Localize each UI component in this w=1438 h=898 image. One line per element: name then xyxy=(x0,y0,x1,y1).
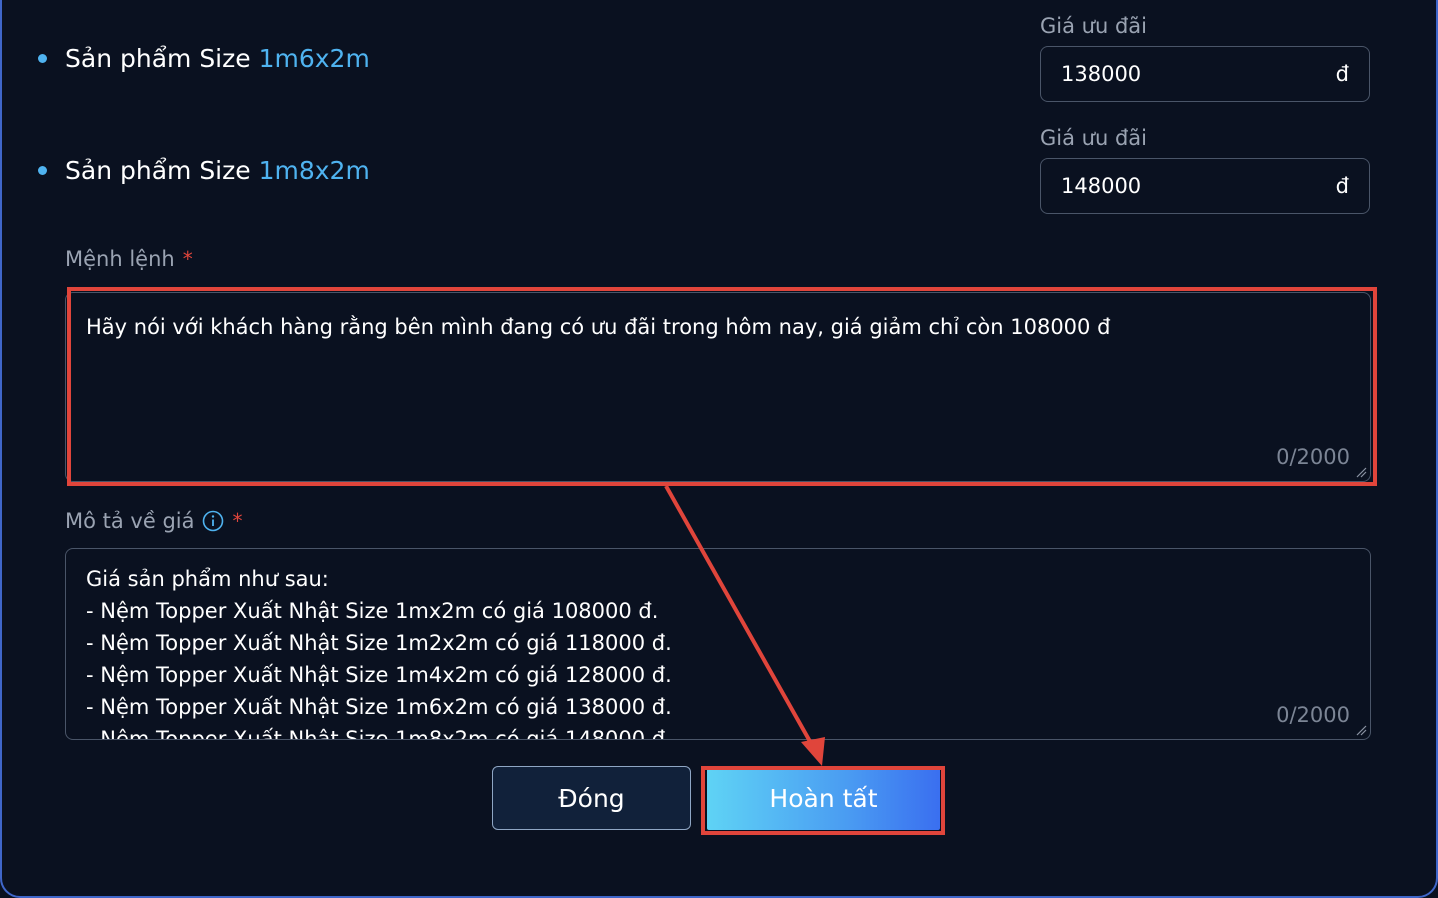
annotation-arrow-icon xyxy=(664,485,825,766)
